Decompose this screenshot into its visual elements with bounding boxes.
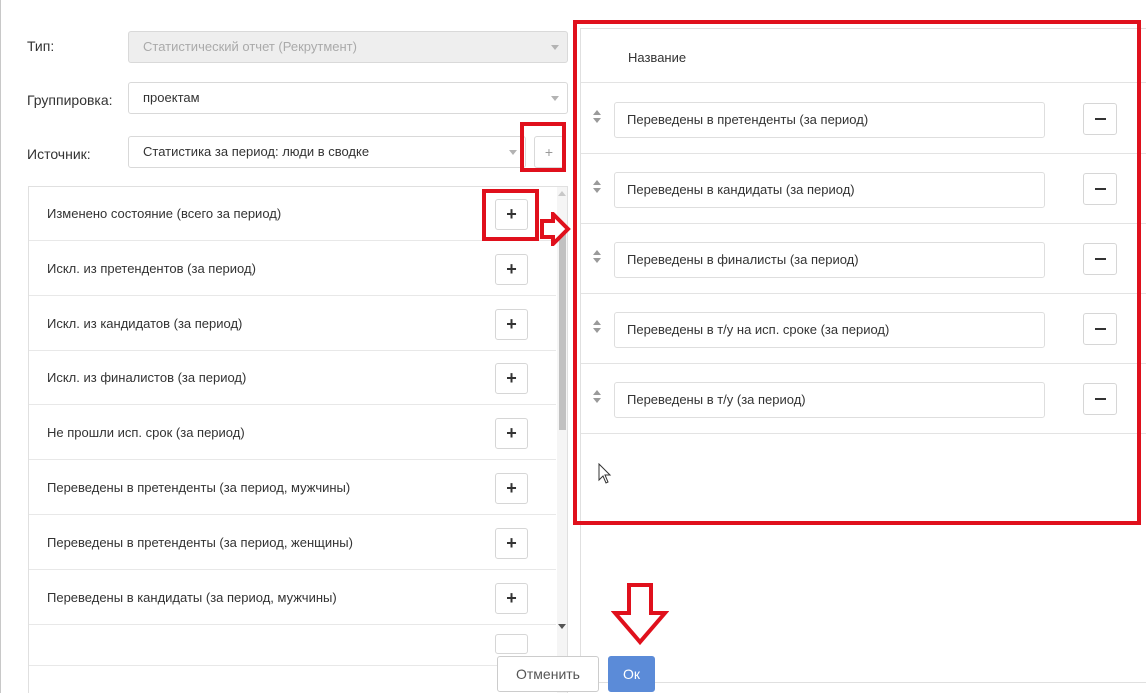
add-field-button[interactable]: + [495, 254, 528, 285]
annotation-box-selected-panel [573, 20, 1141, 525]
list-item-label: Переведены в кандидаты (за период, мужчи… [47, 590, 337, 605]
list-item-label: Искл. из кандидатов (за период) [47, 316, 243, 331]
add-field-button[interactable]: + [495, 473, 528, 504]
list-scrollbar[interactable] [557, 187, 567, 693]
grouping-select[interactable]: проектам [128, 82, 568, 114]
annotation-box-add-field [482, 189, 539, 241]
list-item-label: Искл. из претендентов (за период) [47, 261, 256, 276]
grouping-label: Группировка: [27, 92, 113, 108]
list-item-label: Переведены в претенденты (за период, жен… [47, 535, 353, 550]
add-field-button[interactable]: + [495, 583, 528, 614]
list-item: Переведены в претенденты (за период, муж… [29, 461, 556, 515]
scroll-up-arrow-icon[interactable] [558, 191, 566, 196]
list-item: Изменено состояние (всего за период) + [29, 187, 556, 241]
add-field-button[interactable]: + [495, 528, 528, 559]
type-label: Тип: [27, 38, 55, 54]
chevron-down-icon [551, 96, 559, 101]
type-select: Статистический отчет (Рекрутмент) [128, 31, 568, 63]
available-fields-list: Изменено состояние (всего за период) + И… [28, 186, 568, 693]
ok-button[interactable]: Ок [608, 656, 655, 692]
list-item: Искл. из финалистов (за период) + [29, 351, 556, 405]
source-select-value: Статистика за период: люди в сводке [143, 144, 370, 159]
add-field-button[interactable]: + [495, 363, 528, 394]
right-arrow-icon [540, 212, 571, 246]
list-item: Искл. из претендентов (за период) + [29, 242, 556, 296]
source-select[interactable]: Статистика за период: люди в сводке [128, 136, 526, 168]
source-label: Источник: [27, 146, 91, 162]
cancel-button[interactable]: Отменить [497, 656, 599, 692]
type-select-value: Статистический отчет (Рекрутмент) [143, 39, 357, 54]
list-item: Переведены в кандидаты (за период, мужчи… [29, 571, 556, 625]
grouping-select-value: проектам [143, 90, 200, 105]
scroll-down-arrow-icon[interactable] [558, 624, 566, 629]
list-item [29, 626, 556, 666]
list-item: Искл. из кандидатов (за период) + [29, 297, 556, 351]
chevron-down-icon [509, 150, 517, 155]
list-item-label: Переведены в претенденты (за период, муж… [47, 480, 351, 495]
annotation-box-add-source [520, 122, 566, 172]
add-field-button[interactable]: + [495, 309, 528, 340]
list-item: Переведены в претенденты (за период, жен… [29, 516, 556, 570]
list-item-label: Изменено состояние (всего за период) [47, 206, 282, 221]
add-field-button[interactable]: + [495, 418, 528, 449]
scrollbar-thumb[interactable] [559, 231, 566, 430]
down-arrow-icon [611, 583, 669, 646]
list-item: Не прошли исп. срок (за период) + [29, 406, 556, 460]
list-item-label: Не прошли исп. срок (за период) [47, 425, 245, 440]
add-field-button[interactable] [495, 634, 528, 654]
chevron-down-icon [551, 45, 559, 50]
list-item-label: Искл. из финалистов (за период) [47, 370, 247, 385]
